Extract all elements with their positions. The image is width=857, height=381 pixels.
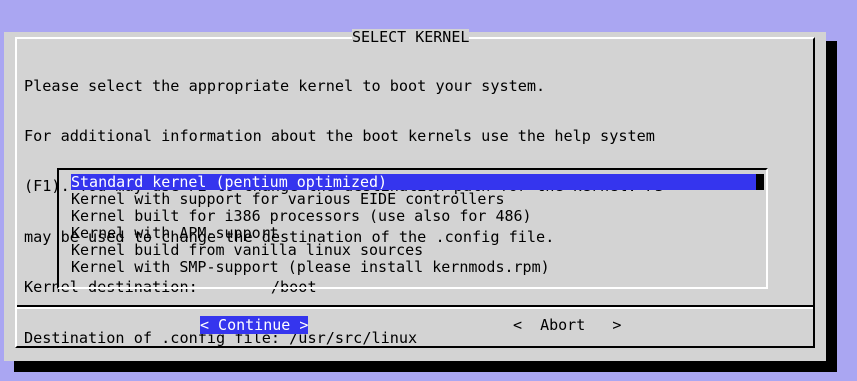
kernel-item-vanilla[interactable]: Kernel build from vanilla linux sources	[71, 242, 761, 258]
message-line: For additional information about the boo…	[24, 126, 655, 145]
kernel-item-i386[interactable]: Kernel built for i386 processors (use al…	[71, 208, 761, 224]
dialog-title: SELECT KERNEL	[352, 28, 470, 46]
message-line: Please select the appropriate kernel to …	[24, 76, 546, 95]
continue-button[interactable]: < Continue >	[200, 316, 309, 334]
config-destination-line: Destination of .config file: /usr/src/li…	[24, 328, 418, 347]
kernel-item-apm[interactable]: Kernel with APM-support	[71, 225, 761, 241]
abort-button[interactable]: < Abort >	[513, 316, 621, 334]
button-separator	[17, 305, 813, 309]
kernel-item-eide[interactable]: Kernel with support for various EIDE con…	[71, 191, 761, 207]
list-scrollbar-thumb[interactable]	[756, 174, 764, 190]
kernel-item-standard[interactable]: Standard kernel (pentium optimized)	[71, 174, 761, 190]
kernel-item-smp[interactable]: Kernel with SMP-support (please install …	[71, 259, 761, 275]
